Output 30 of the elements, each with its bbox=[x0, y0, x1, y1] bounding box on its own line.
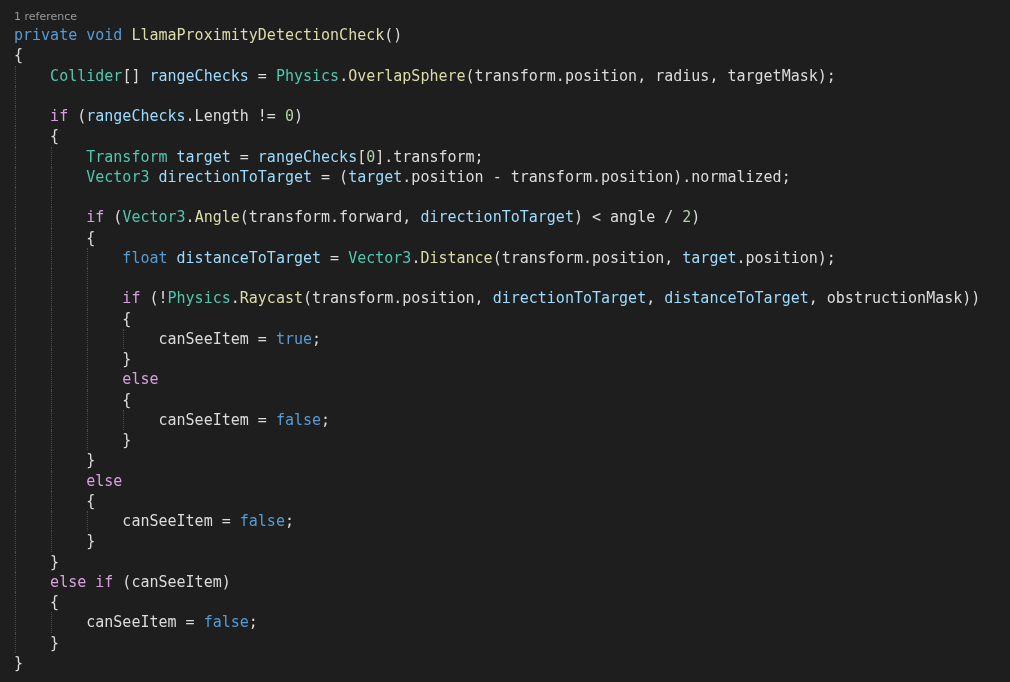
code-line: } bbox=[85, 532, 96, 551]
code-line: { bbox=[85, 491, 96, 510]
code-line: if (rangeChecks.Length != 0) bbox=[49, 107, 303, 125]
code-line: { bbox=[121, 390, 132, 409]
code-line: private void LlamaProximityDetectionCheck() bbox=[14, 26, 403, 44]
code-line: } bbox=[49, 633, 60, 652]
code-line: } bbox=[85, 451, 96, 470]
code-line: { bbox=[85, 228, 96, 247]
code-line: { bbox=[121, 309, 132, 328]
code-line: } bbox=[121, 350, 132, 368]
code-line: else if (canSeeItem) bbox=[49, 572, 231, 591]
code-line: } bbox=[14, 653, 24, 672]
code-line: } bbox=[49, 552, 60, 571]
code-line: Vector3 directionToTarget = (target.position - transform.position).normalized; bbox=[85, 167, 791, 186]
code-line: canSeeItem = true; bbox=[157, 329, 322, 348]
code-line: { bbox=[49, 593, 60, 611]
code-line: if (Vector3.Angle(transform.forward, directionToTarget) < angle / 2) bbox=[85, 208, 701, 227]
code-line: canSeeItem = false; bbox=[121, 512, 294, 530]
code-line: else bbox=[85, 471, 123, 490]
code-line: { bbox=[49, 127, 60, 146]
codelens-reference[interactable]: 1 reference bbox=[14, 9, 78, 25]
code-line: { bbox=[14, 46, 24, 65]
code-line: float distanceToTarget = Vector3.Distance(transform.position, target.position); bbox=[121, 248, 836, 267]
code-line: canSeeItem = false; bbox=[157, 410, 331, 429]
code-line: Collider[] rangeChecks = Physics.OverlapSphere(transform.position, radius, targetMask); bbox=[49, 66, 836, 85]
code-line: else bbox=[121, 370, 159, 389]
code-line: if (!Physics.Raycast(transform.position, directionToTarget, distanceToTarget, obstructionMask)) bbox=[121, 289, 981, 308]
code-line: } bbox=[121, 431, 132, 449]
code-line: canSeeItem = false; bbox=[85, 613, 258, 632]
code-line: Transform target = rangeChecks[0].transform; bbox=[85, 147, 484, 166]
